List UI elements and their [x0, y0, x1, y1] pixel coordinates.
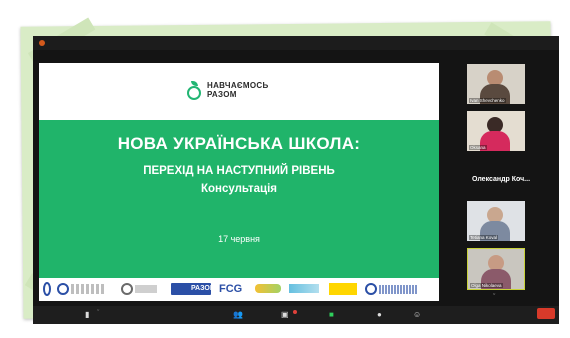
participant-tile[interactable]: Oksana: [467, 111, 525, 151]
record-icon[interactable]: ●: [377, 310, 382, 320]
participants-icon[interactable]: 👥: [233, 310, 243, 320]
chat-icon[interactable]: ▣: [281, 310, 289, 320]
participant-name: Ivan Shevchenko: [469, 98, 506, 103]
partner-logo: [255, 284, 281, 293]
partner-logo: [289, 284, 319, 293]
participant-tile[interactable]: Ivan Shevchenko: [467, 64, 525, 104]
reactions-icon[interactable]: ☺: [413, 310, 421, 320]
partner-logo: [365, 283, 377, 295]
window-top-bar: [33, 36, 559, 50]
status-dot-icon: [39, 40, 45, 46]
chevron-down-icon[interactable]: ˇ: [493, 294, 495, 301]
logo-text: НАВЧАЄМОСЬ РАЗОМ: [207, 81, 269, 99]
partner-logo: [329, 283, 357, 295]
title-band: НОВА УКРАЇНСЬКА ШКОЛА: ПЕРЕХІД НА НАСТУП…: [39, 120, 439, 278]
logo-line-2: РАЗОМ: [207, 90, 237, 99]
logo-line-1: НАВЧАЄМОСЬ: [207, 81, 269, 90]
participant-name: Oksana: [469, 145, 487, 150]
shared-slide: НАВЧАЄМОСЬ РАЗОМ НОВА УКРАЇНСЬКА ШКОЛА: …: [39, 63, 439, 301]
leave-button[interactable]: [537, 308, 555, 319]
slide-subtitle: ПЕРЕХІД НА НАСТУПНИЙ РІВЕНЬ: [143, 165, 335, 177]
logo-leaf-icon: [187, 81, 201, 100]
slide-subtitle-2: Консультація: [201, 183, 277, 195]
partner-logo: [135, 285, 157, 293]
share-screen-icon[interactable]: ■: [329, 310, 334, 320]
participant-name: Olga Nikolaeva: [470, 283, 503, 288]
partner-logos: РАЗОМ FCG: [39, 278, 439, 301]
partner-logo: [379, 285, 417, 294]
project-logo: НАВЧАЄМОСЬ РАЗОМ: [187, 81, 269, 100]
speaker-name-tile[interactable]: Олександр Коч...: [461, 176, 541, 183]
eu-logo-text: РАЗОМ: [191, 285, 216, 292]
active-speaker-tile[interactable]: Olga Nikolaeva: [467, 248, 525, 290]
slide-title: НОВА УКРАЇНСЬКА ШКОЛА:: [117, 134, 361, 153]
photo-stage: НАВЧАЄМОСЬ РАЗОМ НОВА УКРАЇНСЬКА ШКОЛА: …: [0, 0, 570, 338]
zoom-window: НАВЧАЄМОСЬ РАЗОМ НОВА УКРАЇНСЬКА ШКОЛА: …: [33, 36, 559, 306]
partner-logo: [121, 283, 133, 295]
chevron-up-icon[interactable]: ˇ: [97, 310, 99, 317]
fcg-logo: FCG: [219, 283, 243, 295]
partner-logo: [43, 282, 51, 296]
partner-logo: [57, 283, 69, 295]
participant-name: Tetiana Koval: [469, 235, 499, 240]
mic-icon[interactable]: ▮: [85, 310, 89, 320]
participant-tile[interactable]: Tetiana Koval: [467, 201, 525, 241]
meeting-toolbar: ▮ ˇ 👥 ▣ ■ ● ☺: [33, 306, 559, 324]
participants-panel: Ivan Shevchenko Oksana Олександр Коч... …: [461, 64, 541, 301]
slide-date: 17 червня: [218, 234, 260, 244]
notification-dot: [293, 310, 297, 314]
partner-logo: [71, 284, 105, 294]
